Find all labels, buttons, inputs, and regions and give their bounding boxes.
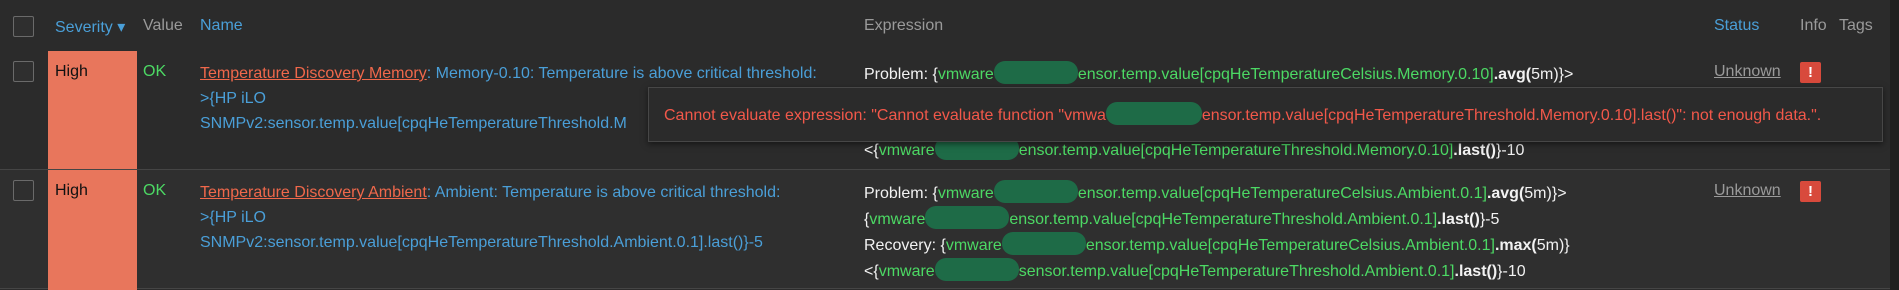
- expression-suffix: }-10: [1495, 142, 1525, 159]
- host-link[interactable]: vmware: [879, 142, 935, 159]
- row-checkbox[interactable]: [13, 61, 34, 82]
- expression-line: {vmware ensor.temp.value[cpqHeTemperature…: [864, 206, 1664, 232]
- trigger-name-cell: Temperature Discovery Ambient: Ambient: …: [200, 180, 860, 255]
- item-key-link[interactable]: ensor.temp.value[cpqHeTemperatureCelsius…: [1078, 185, 1487, 202]
- hint-text-end: ensor.temp.value[cpqHeTemperatureThresho…: [1201, 107, 1822, 124]
- severity-cell: High: [48, 51, 137, 169]
- trigger-name-line[interactable]: SNMPv2:sensor.temp.value[cpqHeTemperatur…: [200, 234, 763, 251]
- item-key-link[interactable]: ensor.temp.value[cpqHeTemperatureThresho…: [1019, 142, 1454, 159]
- function-name: .last(): [1454, 263, 1498, 280]
- value-column-header: Value: [143, 17, 183, 34]
- expression-suffix: )}>: [1553, 66, 1574, 83]
- expression-suffix: )}: [1558, 237, 1570, 254]
- hint-text-start: Cannot evaluate expression: "Cannot eval…: [664, 107, 1106, 124]
- function-arg: 5m: [1524, 185, 1547, 202]
- status-unknown[interactable]: Unknown: [1714, 63, 1781, 81]
- function-arg: 5m: [1531, 66, 1554, 83]
- trigger-name-rest[interactable]: : Memory-0.10: Temperature is above crit…: [427, 65, 817, 82]
- tags-column-header: Tags: [1839, 17, 1873, 34]
- redacted-blob: [993, 180, 1078, 203]
- expression-suffix: }-10: [1497, 263, 1526, 280]
- expression-suffix: }-5: [1479, 211, 1500, 228]
- function-name: .avg(: [1486, 185, 1525, 202]
- expression-prefix: Problem: {: [864, 185, 938, 202]
- select-all-checkbox[interactable]: [13, 16, 34, 37]
- host-link[interactable]: vmware: [938, 185, 994, 202]
- redacted-blob: [1001, 232, 1086, 255]
- redacted-blob: [934, 258, 1019, 281]
- item-key-link[interactable]: ensor.temp.value[cpqHeTemperatureThresho…: [1009, 211, 1437, 228]
- expression-prefix: Problem: {: [864, 66, 938, 83]
- value-ok: OK: [143, 182, 167, 199]
- host-link[interactable]: vmware: [869, 211, 925, 228]
- severity-label: High: [55, 63, 88, 80]
- expression-cell: Problem: {vmware ensor.temp.value[cpqHeTe…: [864, 180, 1664, 284]
- trigger-link[interactable]: Temperature Discovery Memory: [200, 65, 427, 82]
- host-link[interactable]: vmware: [938, 66, 994, 83]
- severity-cell: High: [48, 170, 137, 288]
- trigger-name-line[interactable]: SNMPv2:sensor.temp.value[cpqHeTemperatur…: [200, 115, 627, 132]
- severity-label: High: [55, 182, 88, 199]
- function-name: .last(): [1437, 211, 1480, 228]
- expression-line: <{vmware sensor.temp.value[cpqHeTemperatu…: [864, 258, 1664, 284]
- error-hint-popup: Cannot evaluate expression: "Cannot eval…: [648, 87, 1883, 142]
- status-unknown[interactable]: Unknown: [1714, 182, 1781, 200]
- item-key-link[interactable]: sensor.temp.value[cpqHeTemperatureThresh…: [1019, 263, 1455, 280]
- info-error-icon[interactable]: !: [1800, 181, 1821, 202]
- expression-prefix: <{: [864, 142, 879, 159]
- severity-column-header[interactable]: Severity ▾: [55, 17, 125, 37]
- trigger-name-line[interactable]: >{HP iLO: [200, 209, 266, 226]
- row-checkbox[interactable]: [13, 180, 34, 201]
- expression-suffix: )}>: [1546, 185, 1567, 202]
- expression-prefix: Recovery: {: [864, 237, 946, 254]
- info-error-icon[interactable]: !: [1800, 62, 1821, 83]
- function-name: .max(: [1494, 237, 1537, 254]
- trigger-name-rest[interactable]: : Ambient: Temperature is above critical…: [427, 184, 781, 201]
- info-column-header: Info: [1800, 17, 1827, 34]
- function-name: .last(): [1453, 142, 1496, 159]
- host-link[interactable]: vmware: [946, 237, 1002, 254]
- scrollbar-track[interactable]: [1890, 0, 1899, 290]
- item-key-link[interactable]: ensor.temp.value[cpqHeTemperatureCelsius…: [1078, 66, 1494, 83]
- status-column-header[interactable]: Status: [1714, 17, 1759, 35]
- problems-table: Severity ▾ Value Name Expression Status …: [0, 0, 1890, 290]
- trigger-link[interactable]: Temperature Discovery Ambient: [200, 184, 427, 201]
- item-key-link[interactable]: ensor.temp.value[cpqHeTemperatureCelsius…: [1086, 237, 1495, 254]
- function-arg: 5m: [1536, 237, 1559, 254]
- redacted-blob: [925, 206, 1010, 229]
- host-link[interactable]: vmware: [879, 263, 935, 280]
- function-name: .avg(: [1493, 66, 1532, 83]
- table-row: High OK Temperature Discovery Ambient: A…: [0, 170, 1890, 289]
- expression-line: Problem: {vmware ensor.temp.value[cpqHeTe…: [864, 61, 1664, 87]
- expression-line: Problem: {vmware ensor.temp.value[cpqHeTe…: [864, 180, 1664, 206]
- redacted-blob: [1105, 102, 1202, 125]
- trigger-name-line[interactable]: >{HP iLO: [200, 90, 266, 107]
- table-header: Severity ▾ Value Name Expression Status …: [0, 0, 1890, 53]
- value-ok: OK: [143, 63, 167, 80]
- expression-line: Recovery: {vmware ensor.temp.value[cpqHeT…: [864, 232, 1664, 258]
- expression-column-header: Expression: [864, 17, 944, 34]
- name-column-header[interactable]: Name: [200, 17, 243, 35]
- expression-prefix: <{: [864, 263, 879, 280]
- redacted-blob: [993, 61, 1078, 84]
